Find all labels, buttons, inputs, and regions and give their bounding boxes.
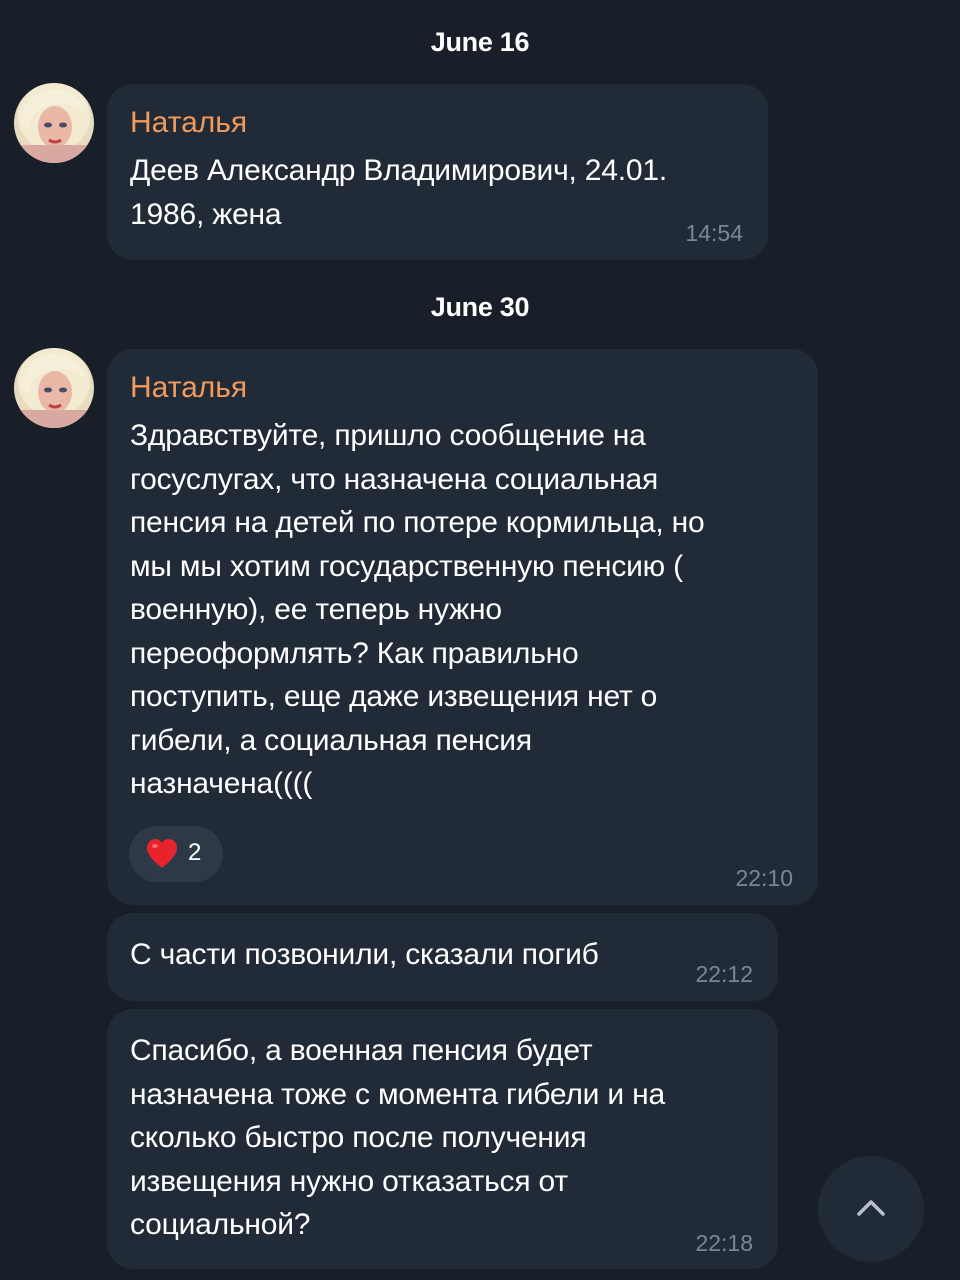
date-separator: June 30	[430, 292, 530, 322]
message-text: Спасибо, а военная пенсия будет назначен…	[130, 1034, 665, 1241]
reaction-badge[interactable]: 2	[129, 826, 223, 882]
message-text: С части позвонили, сказали погиб	[130, 938, 599, 971]
avatar[interactable]	[14, 348, 94, 428]
scroll-button[interactable]	[818, 1156, 924, 1262]
message-time: 14:54	[685, 220, 743, 246]
date-separator: June 16	[430, 27, 530, 57]
message-text: Деев Александр Владимирович, 24.01. 1986…	[130, 154, 668, 231]
message-bubble[interactable]: Наталья Деев Александр Владимирович, 24.…	[107, 84, 768, 260]
message-bubble[interactable]: С части позвонили, сказали погиб 22:12	[107, 913, 778, 1001]
message-time: 22:10	[735, 865, 793, 891]
sender-name[interactable]: Наталья	[130, 106, 247, 140]
avatar[interactable]	[14, 83, 94, 163]
reaction-count: 2	[188, 839, 202, 866]
chevron-up-icon	[857, 1200, 885, 1216]
message-time: 22:12	[695, 961, 753, 987]
message-text: Здравствуйте, пришло сообщение на госусл…	[130, 419, 705, 800]
sender-name[interactable]: Наталья	[130, 371, 247, 405]
message-time: 22:18	[695, 1230, 753, 1256]
message-bubble[interactable]: Спасибо, а военная пенсия будет назначен…	[107, 1009, 778, 1269]
heart-icon	[147, 839, 177, 868]
message-bubble[interactable]: Наталья Здравствуйте, пришло сообщение н…	[107, 349, 818, 905]
